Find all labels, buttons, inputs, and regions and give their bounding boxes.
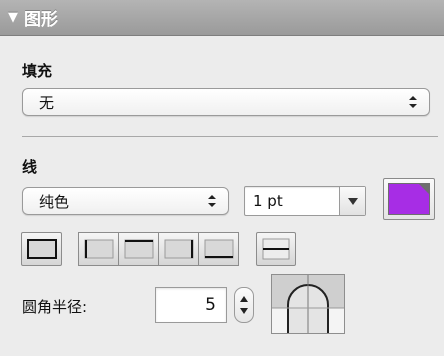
border-bottom-button[interactable] bbox=[198, 232, 239, 266]
border-all-icon bbox=[26, 239, 57, 259]
disclosure-triangle-icon[interactable]: ▼ bbox=[8, 10, 18, 25]
border-top-icon bbox=[124, 239, 153, 259]
border-left-button[interactable] bbox=[78, 232, 119, 266]
border-inner-horizontal-button[interactable] bbox=[256, 232, 296, 266]
line-width-value[interactable]: 1 pt bbox=[253, 192, 283, 210]
corner-radius-input[interactable]: 5 bbox=[155, 287, 227, 323]
border-left-icon bbox=[84, 239, 113, 259]
line-width-combo[interactable]: 1 pt bbox=[244, 186, 366, 216]
fill-popup-value: 无 bbox=[39, 93, 55, 112]
panel-header[interactable]: ▼ 图形 bbox=[0, 0, 444, 36]
line-style-popup[interactable]: 纯色 bbox=[22, 187, 229, 215]
border-right-button[interactable] bbox=[158, 232, 199, 266]
color-corner-icon bbox=[418, 183, 430, 195]
corner-radius-label: 圆角半径: bbox=[22, 298, 88, 316]
fill-label: 填充 bbox=[22, 62, 53, 80]
corner-radius-stepper[interactable] bbox=[234, 287, 254, 323]
fill-popup[interactable]: 无 bbox=[22, 88, 430, 116]
corner-radius-preview bbox=[271, 274, 345, 334]
border-top-button[interactable] bbox=[118, 232, 159, 266]
border-right-icon bbox=[164, 239, 193, 259]
line-color-swatch bbox=[388, 183, 430, 215]
border-inner-horizontal-icon bbox=[262, 238, 290, 260]
line-color-well[interactable] bbox=[383, 178, 435, 220]
stepper-up-icon[interactable] bbox=[240, 296, 248, 302]
stepper-down-icon[interactable] bbox=[240, 308, 248, 314]
section-divider bbox=[22, 136, 438, 137]
chevron-down-icon bbox=[347, 197, 358, 205]
up-down-arrows-icon bbox=[409, 96, 417, 108]
border-all-button[interactable] bbox=[21, 232, 62, 266]
line-label: 线 bbox=[22, 158, 38, 176]
line-style-value: 纯色 bbox=[39, 192, 70, 211]
line-width-dropdown-button[interactable] bbox=[339, 187, 365, 215]
rounded-corner-preview-icon bbox=[272, 275, 344, 333]
border-bottom-icon bbox=[204, 239, 233, 259]
up-down-arrows-icon bbox=[208, 195, 216, 207]
panel-title: 图形 bbox=[24, 10, 58, 30]
